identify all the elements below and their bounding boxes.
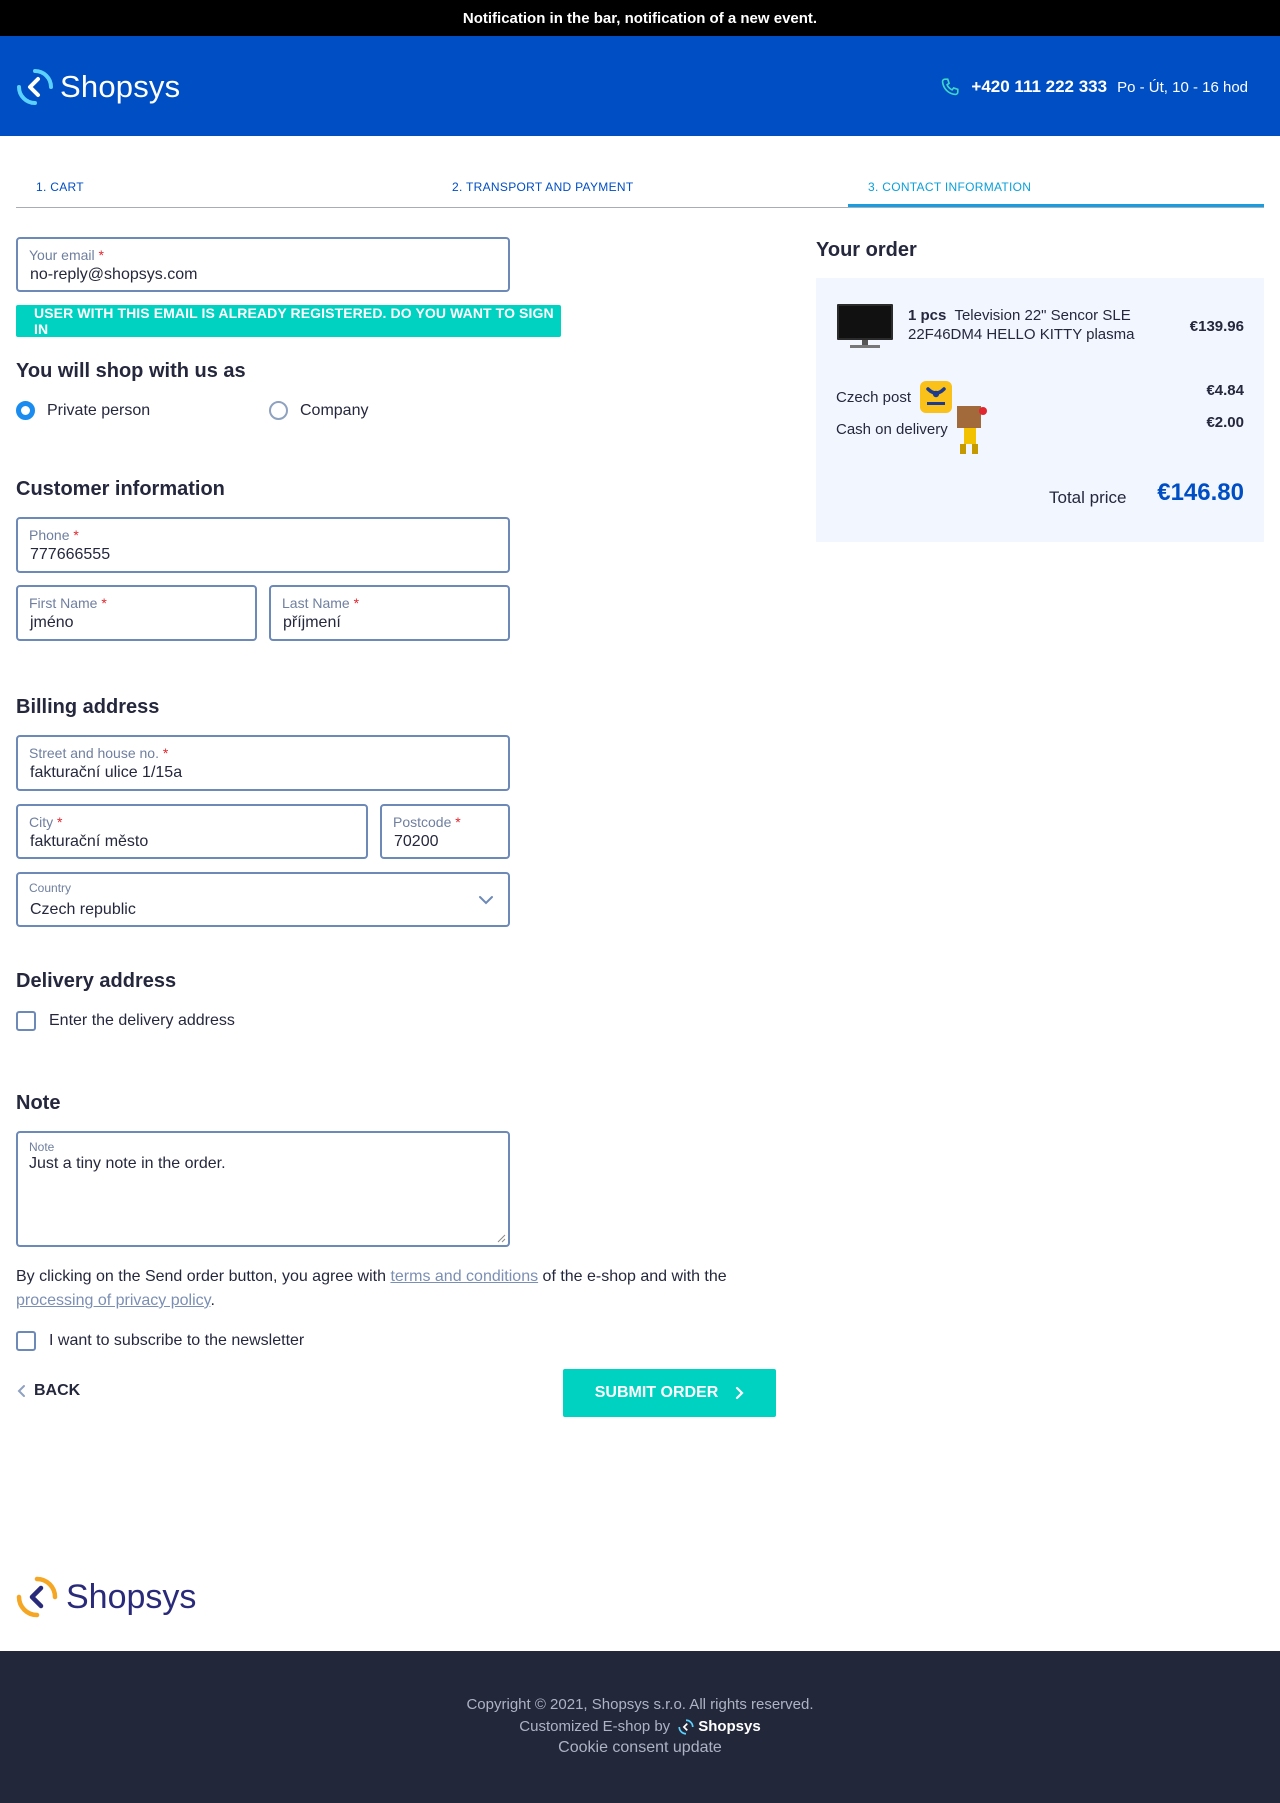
city-field[interactable]: City * fakturační město [16, 804, 368, 859]
privacy-policy-link[interactable]: processing of privacy policy [16, 1292, 210, 1309]
city-value[interactable]: fakturační město [30, 833, 148, 851]
note-textarea[interactable]: Note Just a tiny note in the order. [16, 1131, 510, 1247]
country-value[interactable]: Czech republic [30, 901, 136, 919]
email-value[interactable]: no-reply@shopsys.com [30, 266, 197, 284]
shopsys-logo-icon [678, 1718, 694, 1735]
street-value[interactable]: fakturační ulice 1/15a [30, 764, 182, 782]
footer-logo-text: Shopsys [66, 1577, 197, 1616]
payment-price: €2.00 [1206, 414, 1244, 431]
terms-agreement: By clicking on the Send order button, yo… [16, 1268, 727, 1309]
radio-unselected-icon[interactable] [269, 401, 288, 420]
delivery-heading: Delivery address [16, 970, 177, 992]
footer-brand[interactable]: Shopsys [678, 1718, 761, 1735]
order-item-qty: 1 pcs [908, 307, 947, 324]
header-contact: +420 111 222 333 Po - Út, 10 - 16 hod [939, 76, 1248, 98]
phone-icon [942, 78, 960, 96]
first-name-field[interactable]: First Name * jméno [16, 585, 257, 641]
header-hours: Po - Út, 10 - 16 hod [1117, 78, 1248, 96]
transport-name: Czech post [836, 389, 912, 406]
step-transport-payment[interactable]: 2. TRANSPORT AND PAYMENT [452, 180, 633, 194]
first-name-value[interactable]: jméno [30, 614, 74, 632]
delivery-address-checkbox[interactable]: Enter the delivery address [16, 1011, 235, 1031]
newsletter-checkbox[interactable]: I want to subscribe to the newsletter [16, 1331, 304, 1351]
chevron-down-icon[interactable] [478, 894, 494, 906]
copyright-text: Copyright © 2021, Shopsys s.r.o. All rig… [466, 1696, 814, 1713]
note-label: Note [29, 1140, 55, 1154]
checkbox-icon[interactable] [16, 1331, 36, 1351]
notification-bar: Notification in the bar, notification of… [0, 0, 1280, 36]
checkout-steps: 1. CART 2. TRANSPORT AND PAYMENT 3. CONT… [16, 168, 1264, 208]
email-field[interactable]: Your email * no-reply@shopsys.com [16, 237, 510, 292]
country-select[interactable]: Country Czech republic [16, 872, 510, 927]
phone-field[interactable]: Phone * 777666555 [16, 517, 510, 573]
checkbox-icon[interactable] [16, 1011, 36, 1031]
billing-heading: Billing address [16, 696, 160, 718]
header-logo[interactable]: Shopsys [16, 68, 180, 106]
chevron-right-icon [736, 1386, 744, 1400]
notification-text: Notification in the bar, notification of… [462, 9, 818, 27]
chevron-left-icon [17, 1385, 25, 1397]
order-item: 1 pcs Television 22" Sencor SLE 22F46DM4… [908, 306, 1148, 344]
payment-name: Cash on delivery [836, 421, 948, 438]
header-phone[interactable]: +420 111 222 333 [971, 77, 1107, 97]
postcode-field[interactable]: Postcode * 70200 [380, 804, 510, 859]
note-heading: Note [16, 1092, 61, 1114]
cookie-consent-link[interactable]: Cookie consent update [0, 1739, 1280, 1757]
total-price: €146.80 [1157, 479, 1244, 506]
street-field[interactable]: Street and house no. * fakturační ulice … [16, 735, 510, 791]
note-value[interactable]: Just a tiny note in the order. [29, 1155, 226, 1173]
email-registered-alert[interactable]: USER WITH THIS EMAIL IS ALREADY REGISTER… [16, 305, 561, 337]
radio-selected-icon[interactable] [16, 401, 35, 420]
site-footer: Copyright © 2021, Shopsys s.r.o. All rig… [0, 1651, 1280, 1803]
shop-as-heading: You will shop with us as [16, 360, 246, 382]
radio-private-person[interactable]: Private person [16, 401, 150, 420]
shopsys-logo-icon [17, 69, 53, 105]
postcode-value[interactable]: 70200 [394, 833, 439, 851]
last-name-field[interactable]: Last Name * příjmení [269, 585, 510, 641]
courier-icon [957, 406, 987, 454]
order-summary-title: Your order [816, 239, 917, 261]
back-button[interactable]: BACK [16, 1382, 80, 1400]
shopsys-logo-icon [16, 1576, 58, 1618]
customized-by: Customized E-shop by Shopsys [519, 1718, 761, 1735]
customer-info-heading: Customer information [16, 478, 225, 500]
country-label: Country [29, 881, 72, 895]
radio-company[interactable]: Company [269, 401, 368, 420]
logo-text: Shopsys [60, 69, 181, 104]
step-contact-information[interactable]: 3. CONTACT INFORMATION [868, 180, 1031, 194]
order-item-price: €139.96 [1189, 318, 1244, 335]
active-step-indicator [848, 204, 1264, 207]
order-summary: 1 pcs Television 22" Sencor SLE 22F46DM4… [816, 278, 1264, 542]
czech-post-logo-icon [920, 381, 952, 413]
transport-price: €4.84 [1206, 382, 1244, 399]
email-label: Your email * [29, 247, 104, 263]
footer-logo[interactable]: Shopsys [16, 1576, 196, 1618]
total-price-label: Total price [1049, 488, 1127, 507]
site-header: Shopsys +420 111 222 333 Po - Út, 10 - 1… [0, 36, 1280, 136]
terms-link[interactable]: terms and conditions [390, 1268, 538, 1285]
submit-order-button[interactable]: SUBMIT ORDER [563, 1369, 776, 1417]
product-thumbnail[interactable] [836, 302, 894, 350]
phone-value[interactable]: 777666555 [30, 546, 110, 564]
last-name-value[interactable]: příjmení [283, 614, 341, 632]
resize-handle-icon[interactable] [496, 1233, 506, 1243]
step-cart[interactable]: 1. CART [36, 180, 84, 194]
